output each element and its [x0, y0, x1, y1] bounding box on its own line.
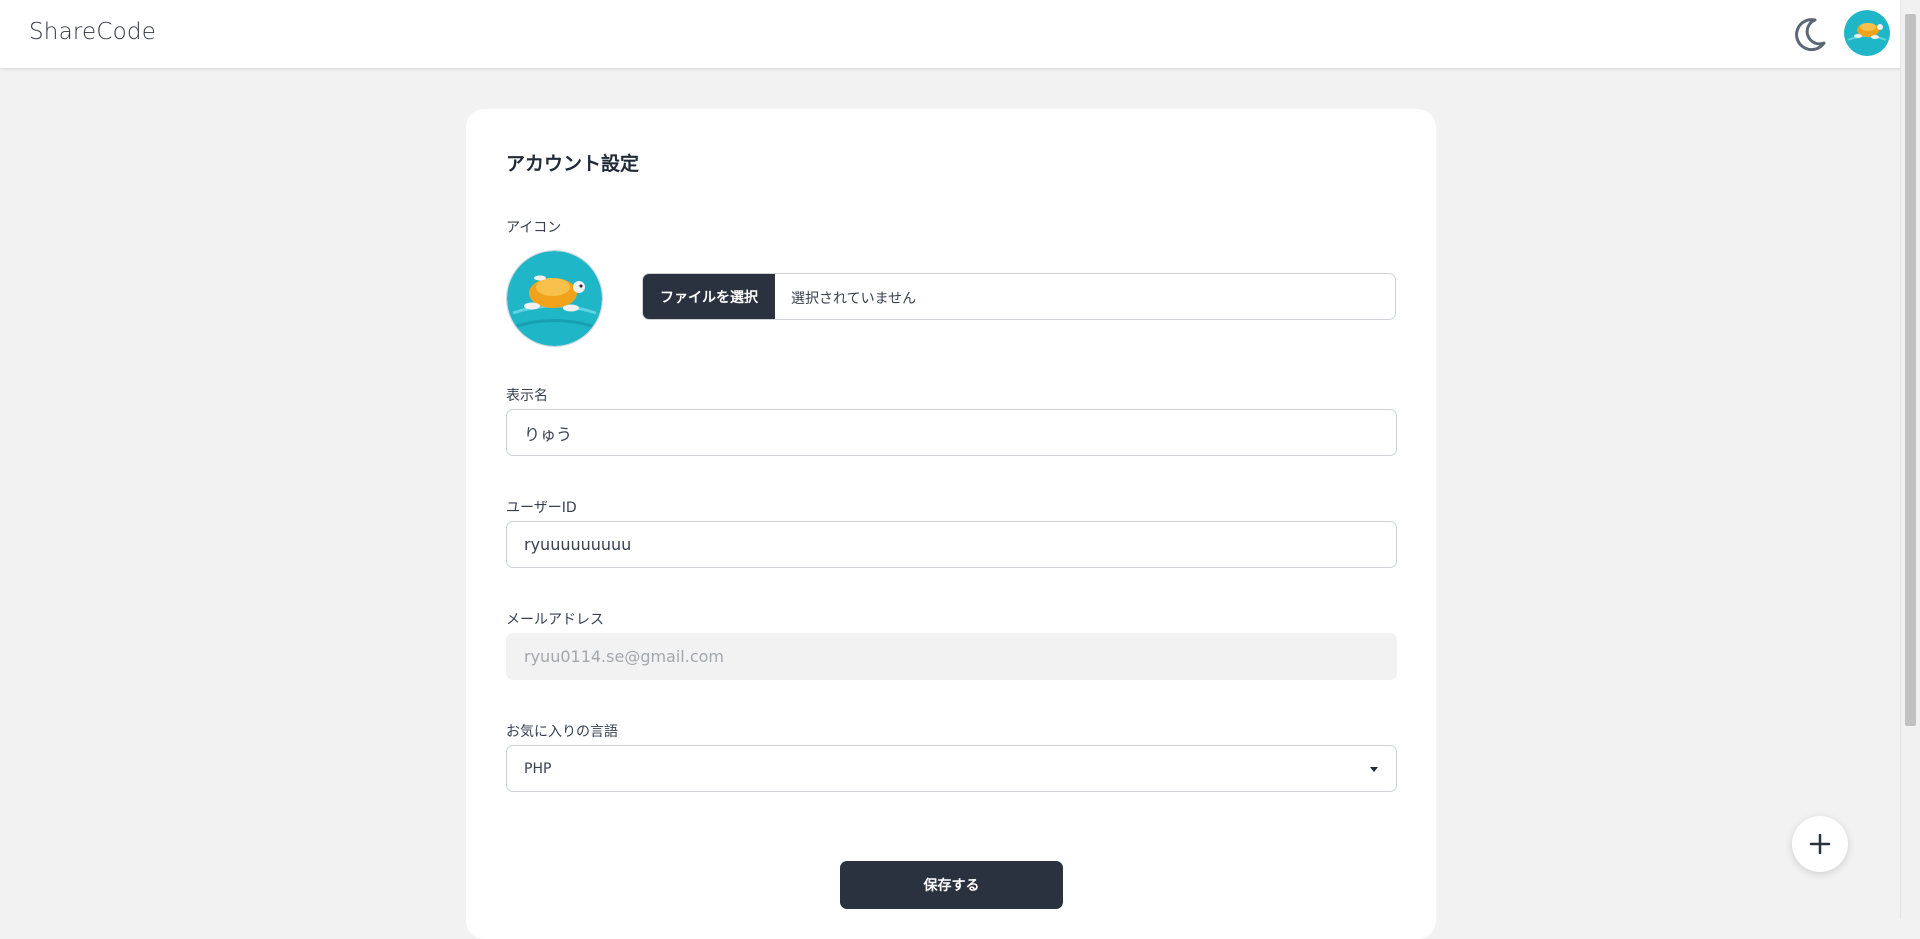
user-id-value: ryuuuuuuuuu: [524, 535, 632, 554]
scrollbar-thumb[interactable]: [1905, 14, 1916, 726]
file-status-text: 選択されていません: [791, 291, 917, 307]
page-title: アカウント設定: [506, 153, 640, 175]
display-name-value: りゅう: [524, 424, 573, 444]
brand-logo[interactable]: ShareCode: [29, 19, 156, 45]
top-header: ShareCode: [0, 0, 1901, 68]
user-avatar[interactable]: [1844, 10, 1890, 56]
display-name-input[interactable]: りゅう: [506, 409, 1397, 456]
plus-icon: [1809, 833, 1831, 855]
user-id-input[interactable]: ryuuuuuuuuu: [506, 521, 1397, 568]
account-settings-card: アカウント設定 アイコン ファイルを選択 選択されていません 表示名 りゅう ユ…: [466, 109, 1436, 939]
moon-icon[interactable]: [1790, 14, 1830, 54]
email-label: メールアドレス: [506, 612, 604, 628]
icon-label: アイコン: [506, 220, 562, 236]
chevron-down-icon: [1370, 767, 1378, 772]
save-button[interactable]: 保存する: [840, 861, 1063, 909]
favorite-language-select[interactable]: PHP: [506, 745, 1397, 792]
favorite-language-label: お気に入りの言語: [506, 724, 618, 740]
add-button[interactable]: [1792, 816, 1848, 872]
email-input: ryuu0114.se@gmail.com: [506, 633, 1397, 680]
user-id-label: ユーザーID: [506, 500, 577, 516]
email-value: ryuu0114.se@gmail.com: [524, 647, 725, 666]
scrollbar[interactable]: [1900, 0, 1920, 919]
choose-file-button[interactable]: ファイルを選択: [643, 274, 775, 319]
profile-icon-preview: [506, 250, 603, 347]
file-input[interactable]: ファイルを選択 選択されていません: [642, 273, 1396, 320]
favorite-language-value: PHP: [524, 760, 552, 777]
display-name-label: 表示名: [506, 388, 548, 404]
